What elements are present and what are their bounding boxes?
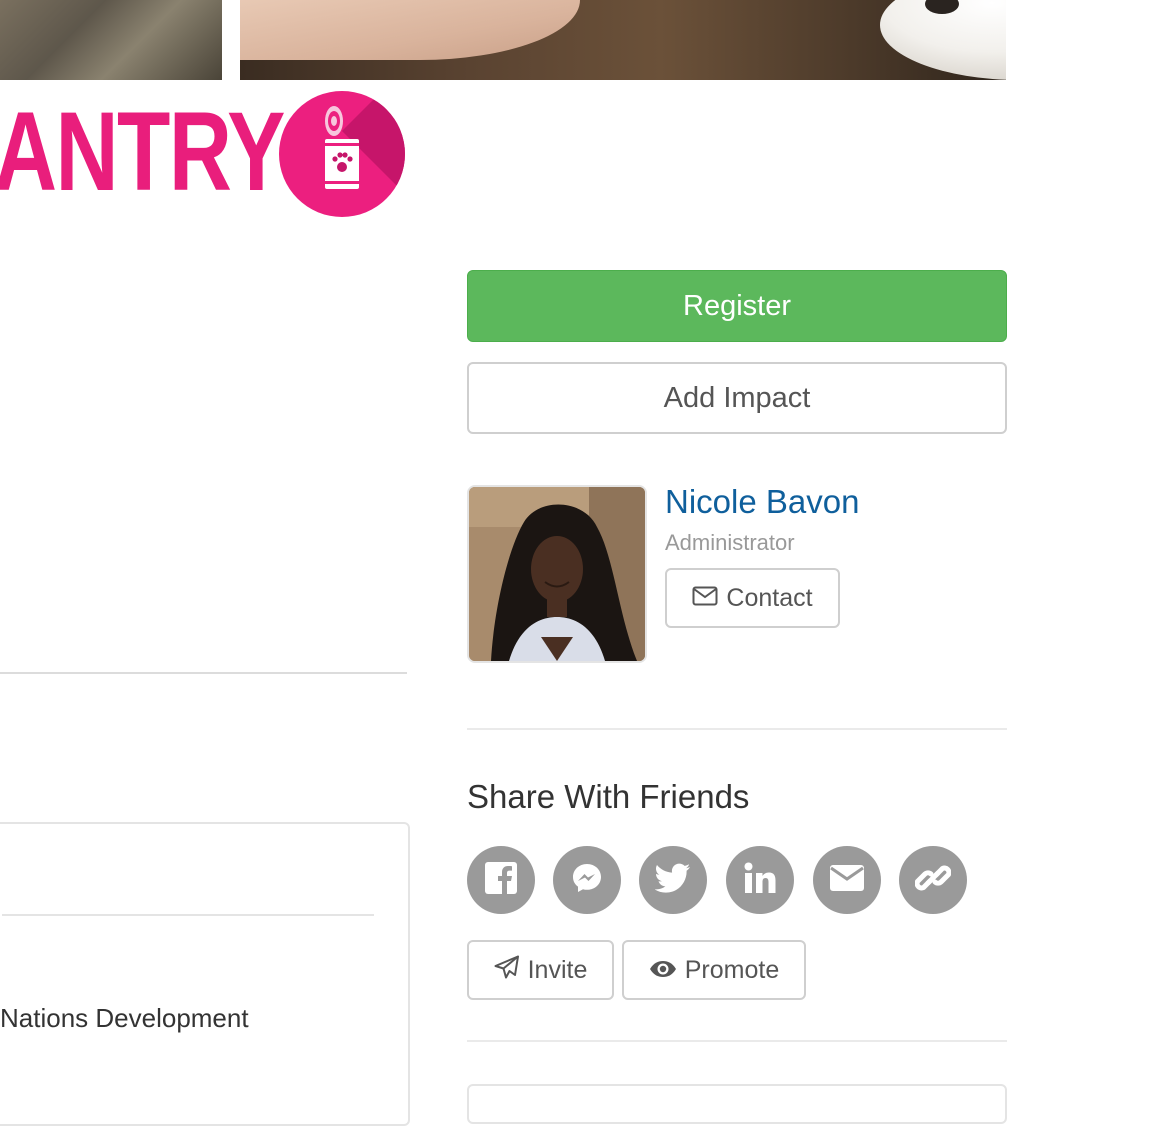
messenger-icon	[570, 861, 604, 900]
section-divider	[0, 672, 407, 674]
linkedin-icon	[744, 862, 776, 899]
promote-label: Promote	[684, 955, 780, 984]
twitter-icon	[654, 863, 691, 898]
link-icon	[914, 860, 952, 901]
next-panel	[467, 1084, 1007, 1124]
admin-name-link[interactable]: Nicole Bavon	[665, 483, 859, 521]
share-title: Share With Friends	[467, 778, 750, 815]
organization-text: Nations Development	[0, 1003, 249, 1033]
contact-label: Contact	[726, 583, 813, 612]
paper-plane-icon	[494, 955, 520, 986]
photo-arm	[240, 0, 580, 60]
share-linkedin-button[interactable]	[726, 846, 794, 914]
section-divider	[467, 728, 1007, 730]
logo-text: ANTRY	[0, 89, 285, 214]
envelope-icon	[829, 864, 865, 897]
hero-photo-right	[240, 0, 1006, 80]
register-button[interactable]: Register	[467, 270, 1007, 342]
share-facebook-button[interactable]	[467, 846, 535, 914]
admin-role: Administrator	[665, 530, 795, 555]
share-twitter-button[interactable]	[639, 846, 707, 914]
contact-button[interactable]: Contact	[665, 568, 840, 628]
pet-food-can-icon	[279, 91, 405, 217]
invite-button[interactable]: Invite	[467, 940, 614, 1000]
share-email-button[interactable]	[813, 846, 881, 914]
envelope-icon	[692, 584, 718, 613]
add-impact-button[interactable]: Add Impact	[467, 362, 1007, 434]
invite-label: Invite	[527, 955, 588, 984]
share-messenger-button[interactable]	[553, 846, 621, 914]
facebook-icon	[484, 861, 518, 900]
eye-icon	[649, 956, 677, 985]
share-copy-link-button[interactable]	[899, 846, 967, 914]
hero-photo-left	[0, 0, 222, 80]
section-divider	[467, 1040, 1007, 1042]
promote-button[interactable]: Promote	[622, 940, 806, 1000]
panel-divider	[2, 914, 374, 916]
avatar[interactable]	[467, 485, 647, 663]
details-panel	[0, 822, 410, 1126]
